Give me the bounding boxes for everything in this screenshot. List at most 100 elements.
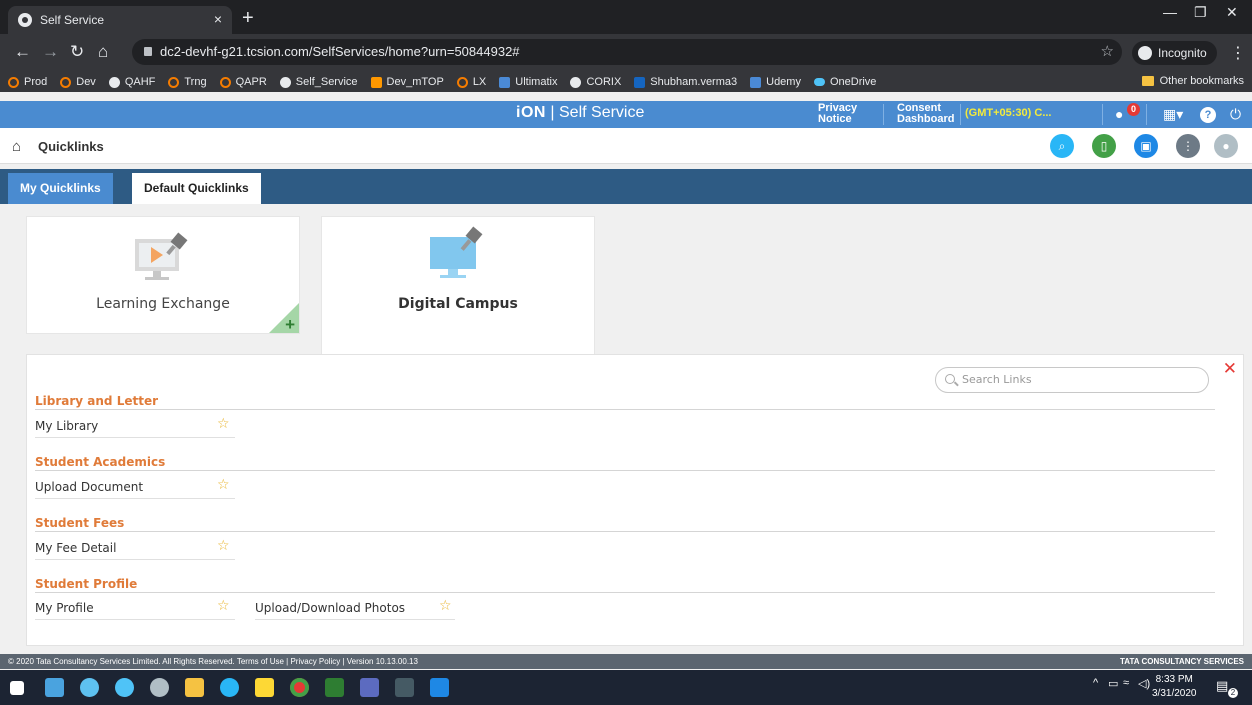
search-input[interactable]: Search Links (935, 367, 1209, 393)
outlook-icon[interactable] (395, 678, 414, 697)
bookmark-item[interactable]: Udemy (750, 76, 801, 88)
chrome-incognito-icon[interactable] (150, 678, 169, 697)
close-icon[interactable]: ✕ (1223, 359, 1237, 379)
home-icon[interactable]: ⌂ (12, 138, 21, 155)
window-close-icon[interactable]: ✕ (1226, 4, 1238, 21)
section-title: Student Profile (35, 577, 138, 591)
calendar-icon[interactable]: ▣ (1134, 134, 1158, 158)
browser-tab[interactable]: Self Service × (8, 6, 232, 34)
reload-icon[interactable]: ↻ (70, 42, 84, 62)
bookmark-label: QAPR (235, 76, 267, 88)
favorite-star-icon[interactable]: ☆ (217, 537, 230, 554)
teams-chat-icon[interactable] (80, 678, 99, 697)
battery-icon[interactable]: ▭ (1108, 677, 1118, 690)
tile-label: Learning Exchange (96, 296, 230, 312)
favorite-star-icon[interactable]: ☆ (217, 597, 230, 614)
other-bookmarks[interactable]: Other bookmarks (1141, 75, 1244, 87)
search-icon[interactable]: ⌕ (1050, 134, 1074, 158)
notification-globe-icon[interactable]: ● (1115, 106, 1123, 122)
section-divider (35, 470, 1215, 471)
link-my-library[interactable]: My Library (35, 419, 98, 433)
bookmark-label: OneDrive (829, 76, 877, 88)
section-title: Library and Letter (35, 394, 159, 408)
restore-icon[interactable]: ❐ (1194, 4, 1207, 21)
timezone-selector[interactable]: (GMT+05:30) C... (965, 107, 1052, 119)
apps-grid-icon[interactable]: ▦▾ (1163, 106, 1183, 123)
tray-chevron-icon[interactable]: ^ (1093, 677, 1098, 689)
bookmark-item[interactable]: OneDrive (813, 76, 877, 88)
sticky-notes-icon[interactable] (255, 678, 274, 697)
section-title: Student Academics (35, 455, 166, 469)
link-my-profile[interactable]: My Profile (35, 601, 94, 615)
id-card-icon[interactable]: ▯ (1092, 134, 1116, 158)
url-text: dc2-devhf-g21.tcsion.com/SelfServices/ho… (160, 44, 520, 59)
teams-icon[interactable] (360, 678, 379, 697)
windows-start-icon[interactable] (10, 681, 24, 695)
cortana-icon[interactable] (45, 678, 64, 697)
bookmark-item[interactable]: LX (456, 76, 486, 88)
file-explorer-icon[interactable] (185, 678, 204, 697)
tab-default-quicklinks[interactable]: Default Quicklinks (132, 173, 261, 204)
tab-close-icon[interactable]: × (214, 11, 222, 27)
excel-icon[interactable] (325, 678, 344, 697)
privacy-line-2: Notice (818, 113, 852, 125)
bookmark-label: Dev (76, 76, 96, 88)
bookmark-ring-icon (8, 76, 19, 88)
bookmark-item[interactable]: QAHF (108, 76, 155, 88)
home-icon[interactable]: ⌂ (98, 42, 108, 62)
link-upload-document[interactable]: Upload Document (35, 480, 143, 494)
consent-dashboard-link[interactable]: Consent Dashboard (897, 103, 954, 125)
bookmark-star-icon[interactable]: ☆ (1101, 39, 1114, 65)
tile-learning-exchange[interactable]: Learning Exchange + (26, 216, 300, 334)
wifi-icon[interactable]: ≈ (1123, 677, 1129, 689)
bookmark-item[interactable]: Shubham.verma3 (634, 76, 737, 88)
incognito-indicator[interactable]: Incognito (1132, 41, 1217, 65)
new-tab-button[interactable]: + (242, 7, 254, 30)
bookmark-globe-icon (108, 76, 120, 88)
action-center-icon[interactable]: ▤ (1216, 678, 1228, 694)
bookmark-item[interactable]: CORIX (570, 76, 621, 88)
favorite-star-icon[interactable]: ☆ (217, 476, 230, 493)
edge-icon[interactable] (220, 678, 239, 697)
bookmark-cloud-icon (813, 78, 825, 86)
link-divider (35, 619, 235, 620)
page-footer: © 2020 Tata Consultancy Services Limited… (0, 654, 1252, 669)
chrome-icon[interactable] (290, 678, 309, 697)
tab-my-quicklinks[interactable]: My Quicklinks (8, 173, 113, 204)
favorite-star-icon[interactable]: ☆ (217, 415, 230, 432)
bookmark-item[interactable]: Self_Service (279, 76, 358, 88)
bookmark-item[interactable]: Dev (60, 76, 96, 88)
folder-icon (1141, 76, 1154, 86)
address-bar[interactable]: dc2-devhf-g21.tcsion.com/SelfServices/ho… (132, 39, 1122, 65)
bookmark-sq-icon (499, 76, 511, 88)
other-bookmarks-label: Other bookmarks (1159, 75, 1244, 87)
volume-icon[interactable]: ◁) (1138, 677, 1150, 690)
forward-arrow-icon[interactable]: → (42, 42, 59, 62)
plus-icon[interactable]: + (285, 316, 295, 333)
bookmark-item[interactable]: Trng (168, 76, 207, 88)
bookmark-item[interactable]: QAPR (219, 76, 267, 88)
word-icon[interactable] (430, 678, 449, 697)
section-divider (35, 531, 1215, 532)
link-upload-download-photos[interactable]: Upload/Download Photos (255, 601, 405, 615)
favorite-star-icon[interactable]: ☆ (439, 597, 452, 614)
back-arrow-icon[interactable]: ← (14, 42, 31, 62)
minimize-icon[interactable]: — (1163, 4, 1177, 20)
action-center-badge: 2 (1228, 688, 1238, 698)
privacy-notice-link[interactable]: Privacy Notice (818, 103, 857, 125)
tile-digital-campus[interactable]: Digital Campus (321, 216, 595, 358)
more-options-icon[interactable]: ⋮ (1176, 134, 1200, 158)
power-icon[interactable]: ⏻ (1230, 106, 1241, 123)
browser-menu-icon[interactable]: ⋮ (1230, 43, 1246, 63)
browser-tab-title: Self Service (40, 13, 105, 27)
bookmark-item[interactable]: Ultimatix (499, 76, 557, 88)
link-my-fee-detail[interactable]: My Fee Detail (35, 541, 116, 555)
avatar[interactable]: ● (1214, 134, 1238, 158)
network-icon[interactable] (115, 678, 134, 697)
bookmark-item[interactable]: Prod (8, 76, 47, 88)
browser-toolbar: ← → ↻ ⌂ dc2-devhf-g21.tcsion.com/SelfSer… (0, 34, 1252, 72)
bookmark-item[interactable]: Dev_mTOP (370, 76, 444, 88)
help-icon[interactable]: ? (1200, 107, 1216, 123)
system-clock[interactable]: 8:33 PM 3/31/2020 (1152, 673, 1197, 701)
footer-brand: TATA CONSULTANCY SERVICES (1119, 657, 1244, 666)
